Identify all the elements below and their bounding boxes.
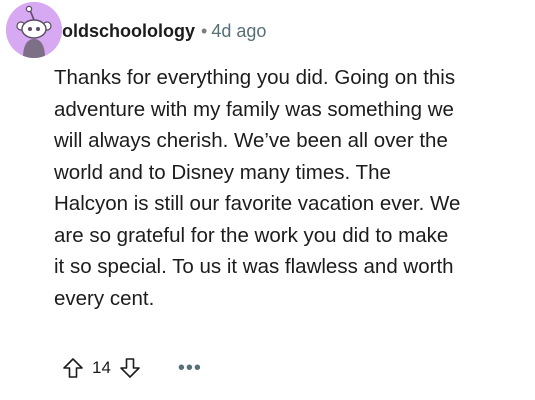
upvote-button[interactable] — [58, 353, 88, 383]
comment: oldschoolology • 4d ago Thanks for everyth… — [0, 0, 535, 400]
comment-line: adventure with my family was something w… — [54, 97, 454, 121]
snoo-avatar-icon — [6, 2, 62, 58]
downvote-button[interactable] — [115, 353, 145, 383]
more-options-button[interactable]: ••• — [175, 353, 205, 383]
comment-body: Thanks for everything you did. Going on … — [54, 62, 532, 314]
avatar[interactable] — [6, 2, 62, 58]
ellipsis-icon: ••• — [177, 356, 202, 379]
comment-line: will always cherish. We’ve been all over… — [54, 129, 448, 152]
timestamp[interactable]: 4d ago — [211, 21, 266, 41]
comment-meta: oldschoolology • 4d ago — [62, 19, 266, 43]
comment-actions: 14 ••• — [58, 352, 205, 384]
comment-line: every cent. — [54, 286, 155, 310]
comment-line: it so special. To us it was flawless and… — [54, 255, 454, 278]
username-link[interactable]: oldschoolology — [62, 21, 195, 41]
comment-line: Thanks for everything you did. Going on … — [54, 66, 456, 89]
comment-line: world and to Disney many times. The — [54, 160, 391, 184]
separator-dot: • — [201, 21, 208, 41]
comment-line: are so grateful for the work you did to … — [54, 223, 449, 247]
comment-line: Halcyon is still our favorite vacation e… — [54, 192, 461, 215]
downvote-arrow-icon — [120, 358, 140, 378]
upvote-arrow-icon — [63, 358, 83, 378]
vote-score: 14 — [92, 358, 111, 377]
